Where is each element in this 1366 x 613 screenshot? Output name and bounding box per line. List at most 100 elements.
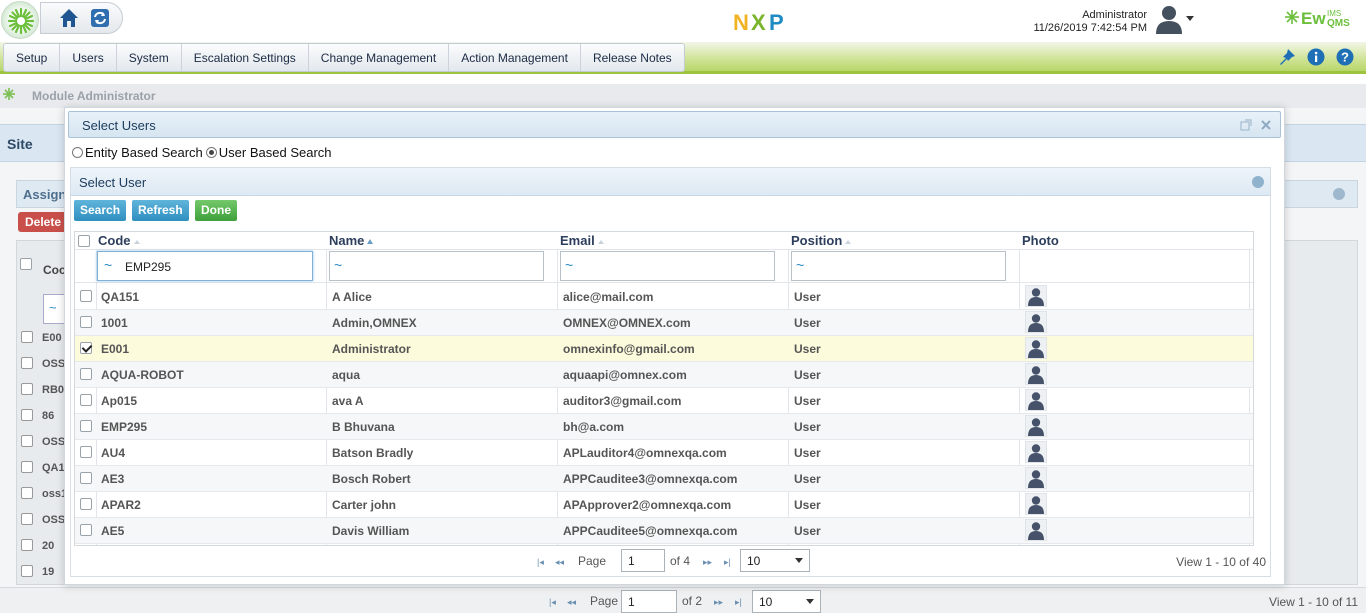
user-menu-caret-icon[interactable] <box>1186 16 1194 21</box>
code-filter-input[interactable]: ~ EMP295 <box>97 251 313 281</box>
user-photo-icon[interactable] <box>1025 415 1047 437</box>
user-photo-icon[interactable] <box>1025 285 1047 307</box>
first-page-icon[interactable]: |◂ <box>537 557 544 568</box>
email-filter-input[interactable]: ~ <box>560 251 775 281</box>
row-checkbox[interactable] <box>21 409 33 421</box>
user-search-label[interactable]: User Based Search <box>219 145 332 160</box>
row-checkbox[interactable] <box>21 565 33 577</box>
menu-action-management[interactable]: Action Management <box>449 44 581 71</box>
row-checkbox[interactable] <box>21 461 33 473</box>
next-page-icon[interactable]: ▸▸ <box>714 597 723 608</box>
refresh-button[interactable]: Refresh <box>132 200 189 221</box>
close-icon[interactable] <box>1260 119 1272 131</box>
background-list-item[interactable]: QA1 <box>16 455 66 481</box>
row-checkbox[interactable] <box>80 290 92 302</box>
user-photo-icon[interactable] <box>1025 363 1047 385</box>
delete-button[interactable]: Delete <box>18 212 68 232</box>
home-icon[interactable] <box>58 7 80 29</box>
row-checkbox[interactable] <box>80 394 92 406</box>
first-page-icon[interactable]: |◂ <box>549 597 556 608</box>
row-checkbox[interactable] <box>21 513 33 525</box>
column-header-name[interactable]: Name <box>329 233 374 248</box>
table-row[interactable]: QA151 A Alice alice@mail.com User <box>75 284 1253 310</box>
pin-icon[interactable] <box>1278 48 1296 66</box>
background-list-item[interactable]: 20 <box>16 533 66 559</box>
entity-search-label[interactable]: Entity Based Search <box>85 145 203 160</box>
select-all-checkbox[interactable] <box>20 258 32 270</box>
user-photo-icon[interactable] <box>1025 311 1047 333</box>
table-row[interactable]: Ap015 ava A auditor3@gmail.com User <box>75 388 1253 414</box>
page-size-select[interactable]: 10 <box>752 590 821 613</box>
menu-users[interactable]: Users <box>60 44 117 71</box>
row-checkbox[interactable] <box>21 383 33 395</box>
user-photo-icon[interactable] <box>1025 467 1047 489</box>
menu-change-management[interactable]: Change Management <box>309 44 450 71</box>
menu-escalation-settings[interactable]: Escalation Settings <box>182 44 309 71</box>
page-number-input[interactable]: 1 <box>621 549 665 572</box>
collapse-panel-icon[interactable] <box>1252 176 1264 188</box>
row-checkbox[interactable] <box>21 331 33 343</box>
background-list-item[interactable]: OSS <box>16 507 66 533</box>
column-header-code[interactable]: Code <box>98 233 140 248</box>
refresh-icon[interactable] <box>90 8 110 28</box>
row-checkbox[interactable] <box>80 498 92 510</box>
background-list-item[interactable]: OSS <box>16 429 66 455</box>
row-checkbox[interactable] <box>80 420 92 432</box>
row-checkbox[interactable] <box>21 487 33 499</box>
table-row[interactable]: AU4 Batson Bradly APLauditor4@omnexqa.com U… <box>75 440 1253 466</box>
prev-page-icon[interactable]: ◂◂ <box>567 597 576 608</box>
table-row[interactable]: 1001 Admin,OMNEX OMNEX@OMNEX.com User <box>75 310 1253 336</box>
page-number-input[interactable]: 1 <box>621 590 677 613</box>
prev-page-icon[interactable]: ◂◂ <box>555 557 564 568</box>
row-checkbox[interactable] <box>21 357 33 369</box>
user-photo-icon[interactable] <box>1025 441 1047 463</box>
row-checkbox[interactable] <box>80 472 92 484</box>
user-photo-icon[interactable] <box>1025 337 1047 359</box>
background-list-item[interactable]: 19 <box>16 559 66 585</box>
row-checkbox[interactable] <box>80 524 92 536</box>
position-filter-input[interactable]: ~ <box>791 251 1006 281</box>
row-checkbox[interactable] <box>80 342 92 354</box>
background-list-item[interactable]: E00 <box>16 325 66 351</box>
last-page-icon[interactable]: ▸| <box>724 557 731 568</box>
breadcrumb-module[interactable]: Module Administrator <box>32 89 156 103</box>
column-header-email[interactable]: Email <box>560 233 604 248</box>
page-size-select[interactable]: 10 <box>740 549 810 572</box>
info-icon[interactable] <box>1307 48 1325 66</box>
background-list-item[interactable]: oss1 <box>16 481 67 507</box>
menu-setup[interactable]: Setup <box>4 44 61 71</box>
collapse-icon[interactable] <box>1333 188 1345 200</box>
next-page-icon[interactable]: ▸▸ <box>703 557 712 568</box>
select-all-users-checkbox[interactable] <box>78 235 90 247</box>
table-row[interactable]: EMP295 B Bhuvana bh@a.com User <box>75 414 1253 440</box>
user-avatar-icon[interactable] <box>1153 4 1185 34</box>
done-button[interactable]: Done <box>195 200 237 221</box>
user-photo-icon[interactable] <box>1025 519 1047 541</box>
menu-system[interactable]: System <box>117 44 182 71</box>
app-logo-icon[interactable] <box>1 1 39 39</box>
search-button[interactable]: Search <box>74 200 127 221</box>
row-checkbox[interactable] <box>21 539 33 551</box>
help-icon[interactable]: ? <box>1336 48 1354 66</box>
name-filter-input[interactable]: ~ <box>329 251 544 281</box>
table-row[interactable]: E001 Administrator omnexinfo@gmail.com User <box>75 336 1253 362</box>
background-list-item[interactable]: RB0 <box>16 377 66 403</box>
column-header-position[interactable]: Position <box>791 233 852 248</box>
table-row[interactable]: AE3 Bosch Robert APPCauditee3@omnexqa.com U… <box>75 466 1253 492</box>
maximize-icon[interactable] <box>1240 119 1252 131</box>
row-checkbox[interactable] <box>80 368 92 380</box>
user-photo-icon[interactable] <box>1025 389 1047 411</box>
table-row[interactable]: AE5 Davis William APPCauditee5@omnexqa.com… <box>75 518 1253 544</box>
user-search-radio[interactable] <box>205 146 217 158</box>
row-checkbox[interactable] <box>80 446 92 458</box>
table-row[interactable]: AQUA-ROBOT aqua aquaapi@omnex.com User <box>75 362 1253 388</box>
table-row[interactable]: APAR2 Carter john APApprover2@omnexqa.com U… <box>75 492 1253 518</box>
breadcrumb-home-icon[interactable] <box>2 87 16 101</box>
background-list-item[interactable]: OSS <box>16 351 66 377</box>
last-page-icon[interactable]: ▸| <box>735 597 742 608</box>
menu-release-notes[interactable]: Release Notes <box>581 44 684 71</box>
user-photo-icon[interactable] <box>1025 493 1047 515</box>
row-checkbox[interactable] <box>21 435 33 447</box>
entity-search-radio[interactable] <box>72 146 83 158</box>
background-list-item[interactable]: 86 <box>16 403 66 429</box>
